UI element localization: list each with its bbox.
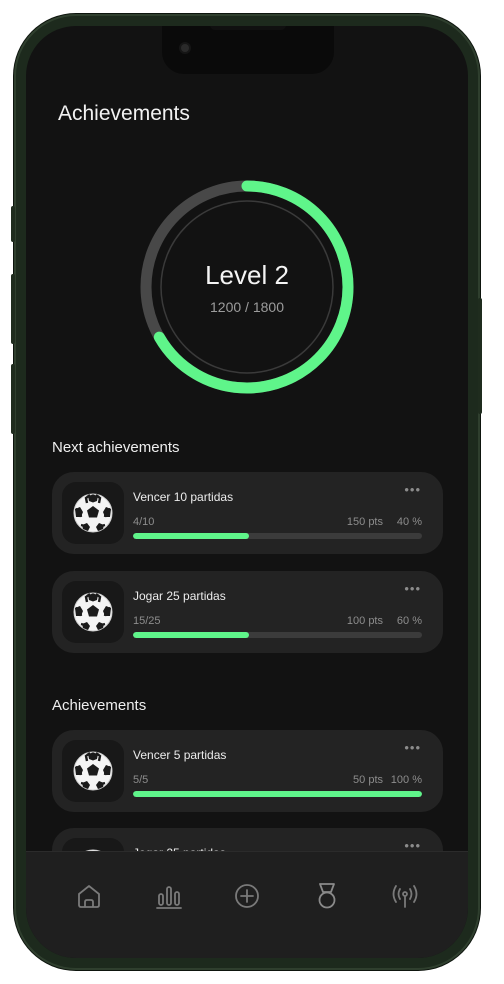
add-icon[interactable] xyxy=(231,880,263,912)
achievement-points: 100 pts xyxy=(346,615,383,627)
front-camera xyxy=(181,44,189,52)
live-icon[interactable] xyxy=(389,880,421,912)
medal-icon[interactable] xyxy=(311,880,343,912)
app-screen: Achievements Level 2 1200 / 1800 Next ac… xyxy=(26,26,468,958)
more-options-icon[interactable]: ••• xyxy=(404,740,421,755)
phone-volume-down-button xyxy=(11,364,15,434)
next-achievement-card[interactable]: Jogar 25 partidas ••• 15/25 100 pts 60 % xyxy=(52,571,443,653)
achievement-icon-box xyxy=(62,740,124,802)
achievement-icon-box xyxy=(62,581,124,643)
achievement-progress-bar xyxy=(133,791,422,797)
level-label: Level 2 xyxy=(205,260,289,290)
home-icon[interactable] xyxy=(73,880,105,912)
achievement-name: Vencer 5 partidas xyxy=(133,748,227,762)
achievement-progress-bar xyxy=(133,533,422,539)
soccer-ball-icon xyxy=(73,493,113,533)
achievement-count: 4/10 xyxy=(133,516,155,528)
completed-achievement-card[interactable]: Vencer 5 partidas ••• 5/5 50 pts 100 % xyxy=(52,730,443,812)
phone-power-button xyxy=(478,298,482,414)
achievements-section-title: Achievements xyxy=(52,697,147,714)
phone-volume-up-button xyxy=(11,274,15,344)
soccer-ball-icon xyxy=(73,751,113,791)
achievement-points: 150 pts xyxy=(346,516,383,528)
achievement-percent: 40 % xyxy=(396,516,422,528)
level-points: 1200 / 1800 xyxy=(210,299,284,315)
achievement-count: 15/25 xyxy=(133,615,161,627)
achievement-progress-bar xyxy=(133,632,422,638)
speaker xyxy=(210,26,286,30)
bottom-tab-bar xyxy=(26,851,468,958)
soccer-ball-icon xyxy=(73,592,113,632)
next-achievement-card[interactable]: Vencer 10 partidas ••• 4/10 150 pts 40 % xyxy=(52,472,443,554)
next-achievements-title: Next achievements xyxy=(52,439,180,456)
achievement-points: 50 pts xyxy=(353,774,383,786)
notch xyxy=(162,26,334,74)
achievement-progress-fill xyxy=(133,632,249,638)
achievement-percent: 60 % xyxy=(396,615,422,627)
more-options-icon[interactable]: ••• xyxy=(404,482,421,497)
page-title: Achievements xyxy=(58,102,190,125)
achievement-name: Jogar 25 partidas xyxy=(133,589,226,603)
achievement-percent: 100 % xyxy=(390,774,422,786)
more-options-icon[interactable]: ••• xyxy=(404,581,421,596)
achievement-name: Vencer 10 partidas xyxy=(133,490,234,504)
achievement-progress-fill xyxy=(133,533,249,539)
stats-icon[interactable] xyxy=(153,880,185,912)
phone-side-button xyxy=(11,206,15,242)
achievement-icon-box xyxy=(62,482,124,544)
achievement-count: 5/5 xyxy=(133,774,149,786)
achievement-progress-fill xyxy=(133,791,422,797)
level-progress-ring: Level 2 1200 / 1800 xyxy=(138,178,356,396)
